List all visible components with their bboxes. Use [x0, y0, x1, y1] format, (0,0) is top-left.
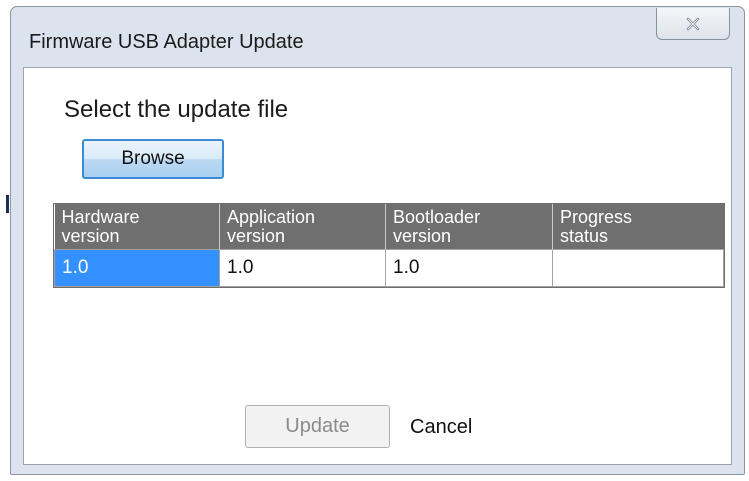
header-line: version: [61, 226, 120, 246]
cell-application-version[interactable]: 1.0: [219, 249, 386, 287]
cell-hardware-version[interactable]: 1.0: [54, 249, 220, 287]
window-title: Firmware USB Adapter Update: [29, 31, 304, 53]
browse-button[interactable]: Browse: [82, 139, 224, 179]
table-row[interactable]: 1.0 1.0 1.0: [54, 249, 724, 287]
dialog-window: Firmware USB Adapter Update Select the u…: [10, 6, 745, 475]
close-icon: [686, 17, 700, 30]
cell-bootloader-version[interactable]: 1.0: [385, 249, 553, 287]
header-line: version: [227, 226, 286, 246]
header-line: version: [393, 226, 452, 246]
update-button[interactable]: Update: [245, 405, 390, 448]
column-header-progress-status[interactable]: Progress status: [552, 204, 724, 250]
select-file-label: Select the update file: [64, 96, 289, 123]
dialog-content: Select the update file Browse Hardware v…: [23, 67, 732, 465]
header-line: Bootloader: [393, 207, 481, 227]
title-bar[interactable]: Firmware USB Adapter Update: [11, 7, 744, 67]
column-header-bootloader-version[interactable]: Bootloader version: [385, 204, 553, 250]
background-edge-mark: [6, 195, 9, 213]
header-line: status: [560, 226, 609, 246]
header-line: Application: [227, 207, 316, 227]
cancel-button[interactable]: Cancel: [410, 416, 472, 439]
close-button[interactable]: [656, 8, 730, 40]
header-line: Hardware: [61, 207, 140, 227]
cell-progress-status[interactable]: [552, 249, 724, 287]
header-line: Progress: [560, 207, 633, 227]
version-table: Hardware version Application version Boo…: [53, 203, 725, 288]
table-header-row: Hardware version Application version Boo…: [54, 204, 724, 250]
column-header-hardware-version[interactable]: Hardware version: [54, 204, 220, 250]
column-header-application-version[interactable]: Application version: [219, 204, 386, 250]
